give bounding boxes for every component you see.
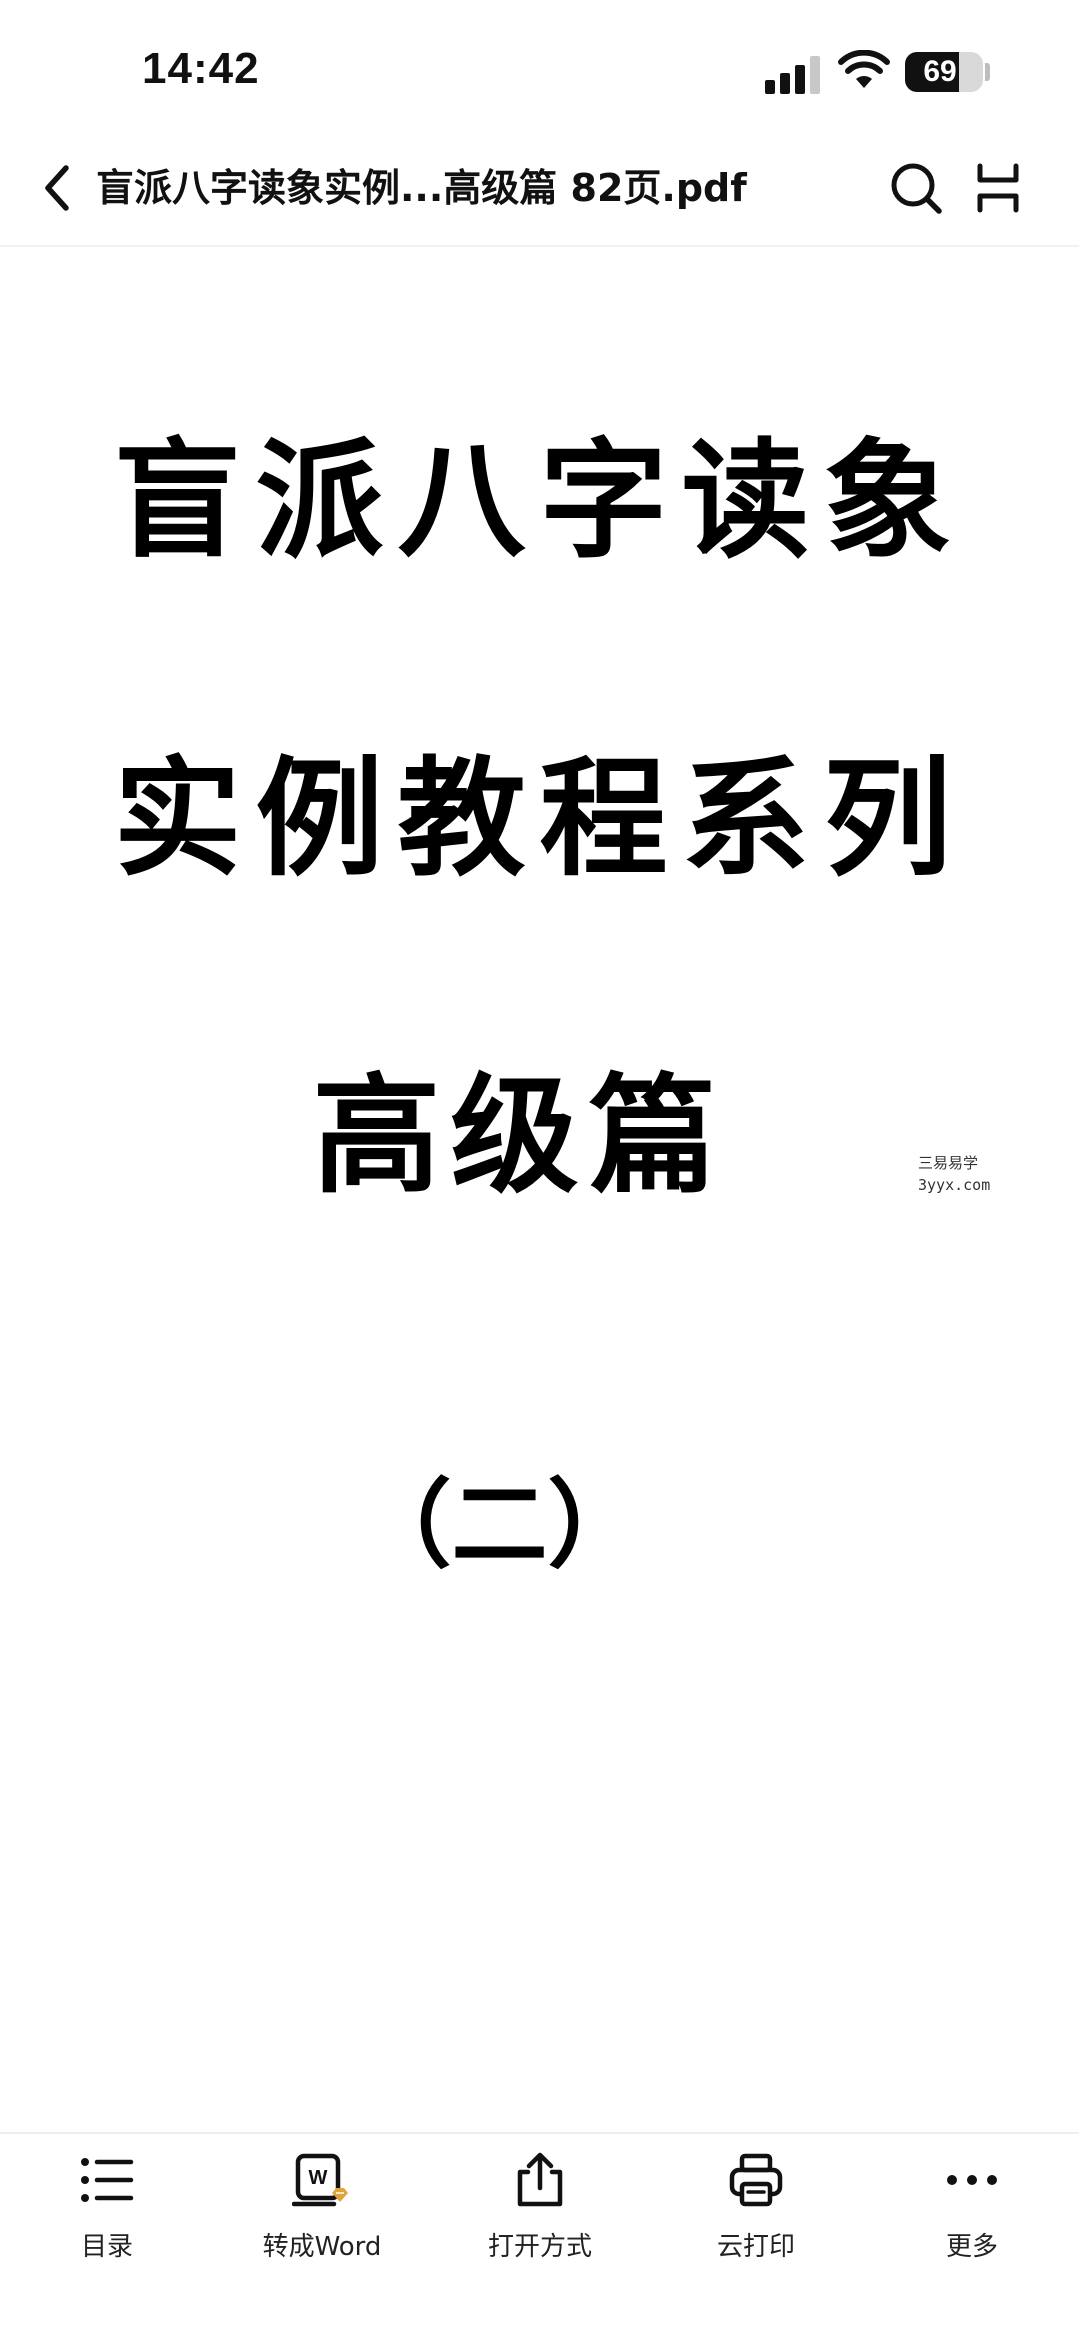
printer-icon bbox=[729, 2153, 783, 2207]
pdf-page[interactable]: 盲派八字读象 实例教程系列 高级篇 （二） 三易易学 3yyx.com bbox=[0, 247, 1079, 2132]
cover-title-line-2: 实例教程系列 bbox=[113, 744, 966, 894]
word-convert-icon: W bbox=[292, 2153, 348, 2207]
watermark: 三易易学 3yyx.com bbox=[918, 1152, 990, 1196]
battery-cap bbox=[985, 63, 990, 81]
battery-level: 69 bbox=[923, 55, 957, 88]
svg-text:W: W bbox=[309, 2167, 328, 2189]
list-icon bbox=[81, 2158, 134, 2202]
document-title: 盲派八字读象实例...高级篇 82页.pdf bbox=[96, 166, 747, 210]
status-time: 14:42 bbox=[142, 44, 260, 93]
toolbar-label: 云打印 bbox=[716, 2232, 795, 2262]
toolbar-label: 转成Word bbox=[262, 2232, 382, 2262]
toolbar-contents-button[interactable]: 目录 bbox=[7, 2150, 207, 2290]
wifi-icon bbox=[838, 50, 890, 88]
collapse-icon[interactable] bbox=[972, 162, 1024, 214]
cellular-signal-icon bbox=[765, 56, 820, 94]
watermark-name: 三易易学 bbox=[918, 1154, 979, 1172]
search-icon[interactable] bbox=[888, 160, 944, 216]
cover-title-line-1: 盲派八字读象 bbox=[113, 426, 966, 576]
cover-volume-number: （二） bbox=[355, 1468, 644, 1581]
share-icon bbox=[517, 2152, 563, 2207]
cover-title-line-3: 高级篇 bbox=[312, 1061, 727, 1211]
toolbar-more-button[interactable]: 更多 bbox=[872, 2150, 1072, 2290]
toolbar-label: 打开方式 bbox=[487, 2232, 592, 2262]
bottom-toolbar: 目录 W 转成Word 打开方式 云打印 更多 bbox=[0, 2132, 1079, 2342]
toolbar-open-with-button[interactable]: 打开方式 bbox=[440, 2150, 640, 2290]
toolbar-label: 更多 bbox=[945, 2232, 998, 2262]
document-header: 盲派八字读象实例...高级篇 82页.pdf bbox=[0, 130, 1079, 247]
battery-indicator: 69 bbox=[905, 52, 983, 92]
toolbar-convert-word-button[interactable]: W 转成Word bbox=[222, 2150, 422, 2290]
more-icon bbox=[947, 2175, 997, 2185]
toolbar-label: 目录 bbox=[80, 2232, 133, 2262]
toolbar-cloud-print-button[interactable]: 云打印 bbox=[656, 2150, 856, 2290]
watermark-url: 3yyx.com bbox=[918, 1176, 991, 1194]
back-icon[interactable] bbox=[38, 162, 78, 214]
status-bar: 14:42 69 bbox=[0, 0, 1079, 130]
